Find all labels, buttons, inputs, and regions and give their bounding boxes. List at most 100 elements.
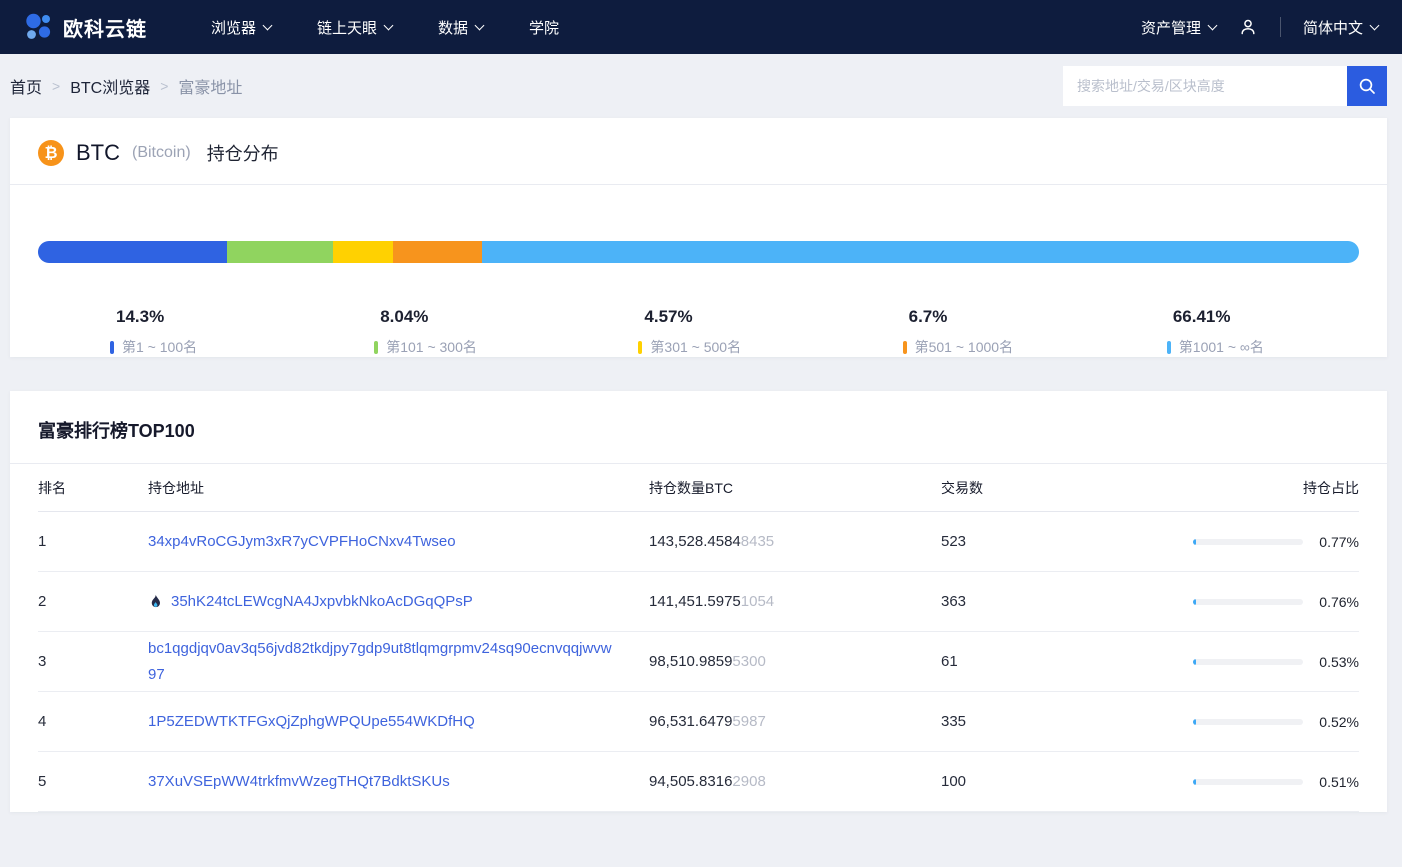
nav-asset-management-label: 资产管理 bbox=[1141, 17, 1201, 38]
amount-cell: 96,531.64795987 bbox=[649, 713, 941, 730]
legend-range-label: 第101 ~ 300名 bbox=[386, 337, 477, 357]
section-title: 持仓分布 bbox=[207, 140, 279, 166]
brand-logo-icon bbox=[24, 12, 54, 42]
amount-main: 98,510.9859 bbox=[649, 653, 732, 670]
legend-color-dot bbox=[374, 341, 378, 354]
legend-item: 8.04% 第101 ~ 300名 bbox=[302, 307, 566, 357]
nav-asset-management[interactable]: 资产管理 bbox=[1141, 17, 1216, 38]
language-label: 简体中文 bbox=[1303, 17, 1363, 38]
breadcrumb-item: 富豪地址 bbox=[178, 74, 242, 98]
amount-tail: 5987 bbox=[732, 713, 765, 730]
address-link[interactable]: 37XuVSEpWW4trkfmvWzegTHQt7BdktSKUs bbox=[148, 769, 649, 795]
search-box bbox=[1063, 66, 1387, 106]
distribution-segment bbox=[482, 241, 1359, 263]
breadcrumb-separator: > bbox=[52, 78, 60, 94]
amount-tail: 8435 bbox=[741, 533, 774, 550]
distribution-card: ₿ BTC (Bitcoin) 持仓分布 14.3%第1 ~ 100名8.04%… bbox=[10, 118, 1387, 357]
address-link[interactable]: 1P5ZEDWTKTFGxQjZphgWPQUpe554WKDfHQ bbox=[148, 709, 649, 735]
amount-tail: 2908 bbox=[732, 773, 765, 790]
legend-item: 66.41%第1001 ~ ∞名 bbox=[1095, 307, 1359, 357]
address-text: 1P5ZEDWTKTFGxQjZphgWPQUpe554WKDfHQ bbox=[148, 709, 475, 735]
address-text: bc1qgdjqv0av3q56jvd82tkdjpy7gdp9ut8tlqmg… bbox=[148, 636, 619, 687]
nav-item-链上天眼[interactable]: 链上天眼 bbox=[317, 17, 392, 38]
share-progress-track bbox=[1193, 659, 1303, 665]
rich-list-table: 排名持仓地址持仓数量BTC交易数持仓占比 134xp4vRoCGJym3xR7y… bbox=[10, 464, 1387, 812]
nav-item-数据[interactable]: 数据 bbox=[438, 17, 483, 38]
user-icon bbox=[1238, 17, 1258, 37]
search-input[interactable] bbox=[1063, 66, 1347, 106]
amount-cell: 94,505.83162908 bbox=[649, 773, 941, 790]
breadcrumb-item[interactable]: 首页 bbox=[10, 74, 42, 98]
breadcrumb-item[interactable]: BTC浏览器 bbox=[70, 74, 150, 98]
legend-color-dot bbox=[903, 341, 907, 354]
column-header-5: 持仓占比 bbox=[1189, 478, 1359, 498]
chevron-down-icon bbox=[384, 20, 394, 30]
share-percent: 0.76% bbox=[1315, 594, 1359, 610]
table-header-row: 排名持仓地址持仓数量BTC交易数持仓占比 bbox=[38, 464, 1359, 512]
nav-item-学院[interactable]: 学院 bbox=[529, 17, 559, 38]
share-cell: 0.76% bbox=[1189, 594, 1359, 610]
distribution-segment bbox=[393, 241, 481, 263]
user-account-button[interactable] bbox=[1238, 17, 1258, 37]
language-selector[interactable]: 简体中文 bbox=[1303, 17, 1378, 38]
nav-menu: 浏览器 链上天眼 数据 学院 bbox=[211, 17, 559, 38]
legend-color-dot bbox=[638, 341, 642, 354]
distribution-header: ₿ BTC (Bitcoin) 持仓分布 bbox=[10, 118, 1387, 184]
legend-label-row: 第301 ~ 500名 bbox=[638, 337, 830, 357]
distribution-segment bbox=[38, 241, 227, 263]
address-link[interactable]: bc1qgdjqv0av3q56jvd82tkdjpy7gdp9ut8tlqmg… bbox=[148, 636, 649, 687]
nav-item-浏览器[interactable]: 浏览器 bbox=[211, 17, 271, 38]
tx-count-cell: 335 bbox=[941, 713, 1189, 730]
nav-item-label: 数据 bbox=[438, 17, 468, 38]
address-link[interactable]: 34xp4vRoCGJym3xR7yCVPFHoCNxv4Twseo bbox=[148, 529, 649, 555]
share-cell: 0.77% bbox=[1189, 534, 1359, 550]
search-button[interactable] bbox=[1347, 66, 1387, 106]
nav-item-label: 学院 bbox=[529, 17, 559, 38]
legend-range-label: 第301 ~ 500名 bbox=[650, 337, 741, 357]
rank-cell: 3 bbox=[38, 653, 148, 670]
table-row: 134xp4vRoCGJym3xR7yCVPFHoCNxv4Twseo 143,5… bbox=[38, 512, 1359, 572]
address-text: 37XuVSEpWW4trkfmvWzegTHQt7BdktSKUs bbox=[148, 769, 450, 795]
share-progress-fill bbox=[1193, 719, 1196, 725]
tx-count-cell: 523 bbox=[941, 533, 1189, 550]
exchange-flame-icon bbox=[148, 594, 163, 610]
distribution-legend: 14.3%第1 ~ 100名8.04%第101 ~ 300名4.57%第301 … bbox=[38, 307, 1359, 357]
share-percent: 0.53% bbox=[1315, 654, 1359, 670]
legend-item: 6.7%第501 ~ 1000名 bbox=[831, 307, 1095, 357]
amount-cell: 98,510.98595300 bbox=[649, 653, 941, 670]
legend-item: 4.57% 第301 ~ 500名 bbox=[566, 307, 830, 357]
legend-color-dot bbox=[1167, 341, 1171, 354]
distribution-segment bbox=[333, 241, 393, 263]
chevron-down-icon bbox=[263, 20, 273, 30]
share-percent: 0.77% bbox=[1315, 534, 1359, 550]
table-row: 537XuVSEpWW4trkfmvWzegTHQt7BdktSKUs94,50… bbox=[38, 752, 1359, 812]
legend-percent: 6.7% bbox=[909, 307, 1095, 327]
holdings-distribution-bar bbox=[38, 241, 1359, 263]
column-header-1: 排名 bbox=[38, 478, 148, 498]
share-cell: 0.52% bbox=[1189, 714, 1359, 730]
rank-cell: 1 bbox=[38, 533, 148, 550]
address-text: 34xp4vRoCGJym3xR7yCVPFHoCNxv4Twseo bbox=[148, 529, 456, 555]
address-text: 35hK24tcLEWcgNA4JxpvbkNkoAcDGqQPsP bbox=[171, 589, 473, 615]
column-header-2: 持仓地址 bbox=[148, 478, 649, 498]
table-row: 3bc1qgdjqv0av3q56jvd82tkdjpy7gdp9ut8tlqm… bbox=[38, 632, 1359, 692]
share-percent: 0.51% bbox=[1315, 774, 1359, 790]
breadcrumb-row: 首页>BTC浏览器>富豪地址 bbox=[0, 54, 1402, 118]
share-progress-track bbox=[1193, 779, 1303, 785]
rich-list-title: 富豪排行榜TOP100 bbox=[10, 391, 1387, 463]
coin-symbol: BTC bbox=[76, 140, 120, 166]
tx-count-cell: 363 bbox=[941, 593, 1189, 610]
address-link[interactable]: 35hK24tcLEWcgNA4JxpvbkNkoAcDGqQPsP bbox=[148, 589, 649, 615]
amount-main: 96,531.6479 bbox=[649, 713, 732, 730]
chevron-down-icon bbox=[1208, 20, 1218, 30]
amount-main: 141,451.5975 bbox=[649, 593, 741, 610]
tx-count-cell: 100 bbox=[941, 773, 1189, 790]
legend-percent: 8.04% bbox=[380, 307, 566, 327]
legend-percent: 4.57% bbox=[644, 307, 830, 327]
legend-percent: 14.3% bbox=[116, 307, 302, 327]
brand-name: 欧科云链 bbox=[63, 13, 147, 42]
brand-logo[interactable]: 欧科云链 bbox=[24, 12, 147, 42]
rank-cell: 2 bbox=[38, 593, 148, 610]
amount-cell: 143,528.45848435 bbox=[649, 533, 941, 550]
share-cell: 0.51% bbox=[1189, 774, 1359, 790]
